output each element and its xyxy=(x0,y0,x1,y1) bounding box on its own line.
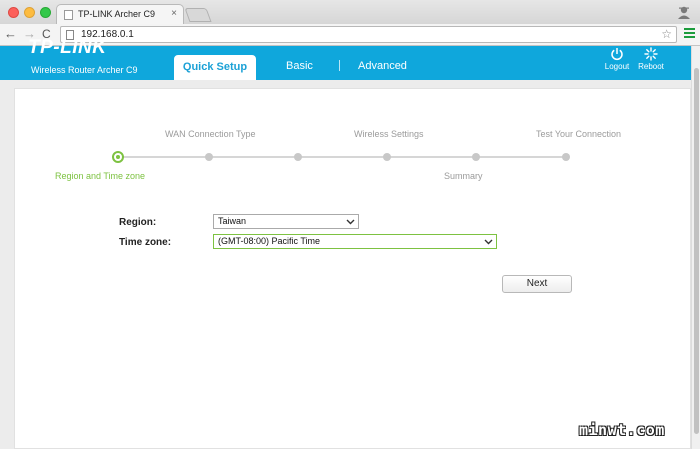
page-scrollbar[interactable] xyxy=(691,46,700,449)
profile-icon[interactable] xyxy=(676,4,692,20)
watermark: minwt.com xyxy=(579,421,665,439)
bookmark-star-icon[interactable]: ☆ xyxy=(661,27,672,41)
tab-divider xyxy=(339,60,340,71)
step-region-dot xyxy=(112,151,124,163)
browser-tab[interactable]: TP-LINK Archer C9 × xyxy=(56,4,184,24)
logout-label: Logout xyxy=(604,62,630,71)
tp-link-logo: TP-LINK xyxy=(28,37,107,58)
step-wireless-dot xyxy=(383,153,391,161)
minimize-window-button[interactable] xyxy=(24,7,35,18)
page-favicon-icon xyxy=(64,10,73,20)
reboot-icon xyxy=(644,47,658,61)
step-label-wan: WAN Connection Type xyxy=(165,129,256,139)
timezone-label: Time zone: xyxy=(119,237,172,248)
step-test-dot xyxy=(562,153,570,161)
logout-button[interactable]: Logout xyxy=(600,46,634,71)
region-select[interactable]: Taiwan xyxy=(213,214,359,229)
wizard-progress-line xyxy=(118,156,567,158)
chevron-down-icon xyxy=(346,219,355,225)
step-label-wireless: Wireless Settings xyxy=(354,129,424,139)
tab-close-icon[interactable]: × xyxy=(171,8,177,19)
tab-quick-setup[interactable]: Quick Setup xyxy=(174,55,256,80)
router-model: Wireless Router Archer C9 xyxy=(31,65,138,75)
power-icon xyxy=(611,48,623,61)
tab-advanced[interactable]: Advanced xyxy=(358,60,407,72)
step-label-test: Test Your Connection xyxy=(536,129,622,139)
browser-window: TP-LINK Archer C9 × ← → C 192.168.0.1 ☆ … xyxy=(0,0,700,449)
scroll-thumb[interactable] xyxy=(694,68,699,434)
reboot-label: Reboot xyxy=(638,62,664,71)
tab-basic[interactable]: Basic xyxy=(286,60,313,72)
tab-title: TP-LINK Archer C9 xyxy=(78,9,156,19)
region-label: Region: xyxy=(119,217,157,228)
new-tab-button[interactable] xyxy=(184,8,212,22)
title-bar: TP-LINK Archer C9 × xyxy=(0,0,700,24)
timezone-select[interactable]: (GMT-08:00) Pacific Time xyxy=(213,234,497,249)
step-label-region: Region and Time zone xyxy=(55,171,146,181)
step-label-summary: Summary xyxy=(444,171,483,181)
maximize-window-button[interactable] xyxy=(40,7,51,18)
reboot-button[interactable]: Reboot xyxy=(634,46,668,71)
router-header: TP-LINK Wireless Router Archer C9 Quick … xyxy=(0,37,700,80)
step-dot xyxy=(294,153,302,161)
chevron-down-icon xyxy=(484,239,493,245)
step-summary-dot xyxy=(472,153,480,161)
close-window-button[interactable] xyxy=(8,7,19,18)
next-button[interactable]: Next xyxy=(502,275,572,293)
region-value: Taiwan xyxy=(218,216,247,226)
back-arrow-icon[interactable]: ← xyxy=(4,26,17,42)
address-bar[interactable]: 192.168.0.1 ☆ xyxy=(60,26,677,43)
content-panel xyxy=(14,88,691,449)
browser-menu-icon[interactable] xyxy=(684,28,695,38)
step-wan-dot xyxy=(205,153,213,161)
timezone-value: (GMT-08:00) Pacific Time xyxy=(218,236,321,246)
